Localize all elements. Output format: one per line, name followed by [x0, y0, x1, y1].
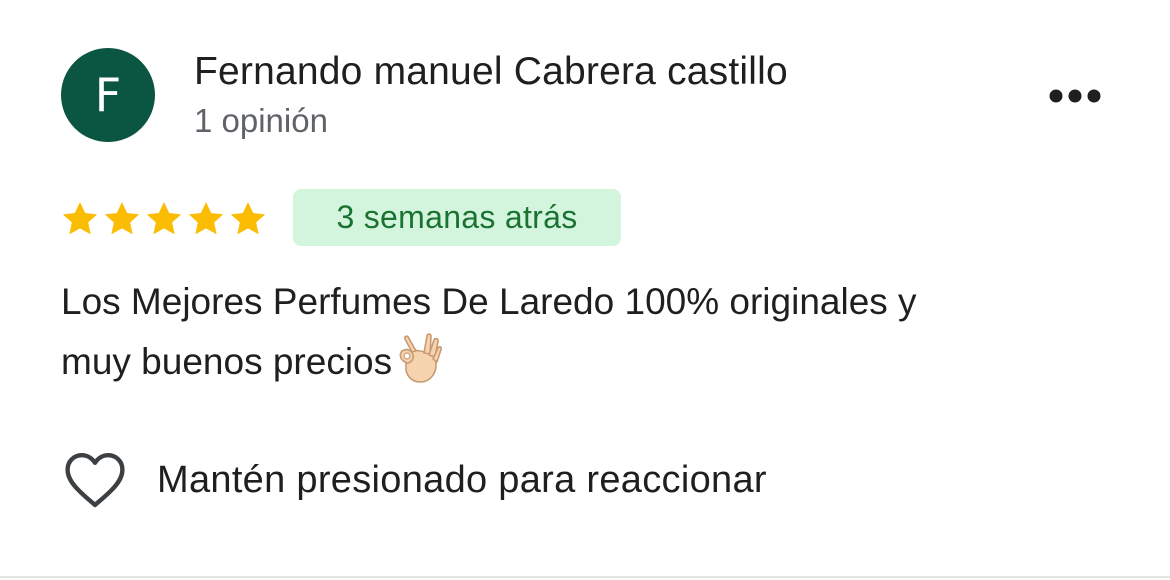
more-horizontal-icon [1049, 89, 1101, 103]
star-rating [60, 197, 268, 241]
heart-outline-icon [65, 453, 125, 508]
review-count: 1 opinión [194, 102, 328, 139]
divider [0, 576, 1170, 578]
reviewer-name[interactable]: Fernando manuel Cabrera castillo [194, 50, 788, 94]
star-icon [230, 202, 266, 235]
star-icon [104, 202, 140, 235]
avatar[interactable]: F [61, 48, 155, 142]
review-text: Los Mejores Perfumes De Laredo 100% orig… [61, 272, 1111, 402]
avatar-initial: F [94, 68, 122, 122]
star-icon [62, 202, 98, 235]
ok-hand-icon [396, 332, 443, 402]
review-card: F Fernando manuel Cabrera castillo 1 opi… [0, 0, 1170, 578]
star-icon [188, 202, 224, 235]
react-button[interactable]: Mantén presionado para reaccionar [64, 450, 767, 510]
review-text-line-2: muy buenos precios [61, 341, 393, 382]
star-icon [146, 202, 182, 235]
review-text-line-1: Los Mejores Perfumes De Laredo 100% orig… [61, 281, 917, 322]
review-date-badge: 3 semanas atrás [293, 189, 621, 246]
more-options-button[interactable] [1040, 78, 1110, 114]
react-label: Mantén presionado para reaccionar [157, 458, 767, 501]
